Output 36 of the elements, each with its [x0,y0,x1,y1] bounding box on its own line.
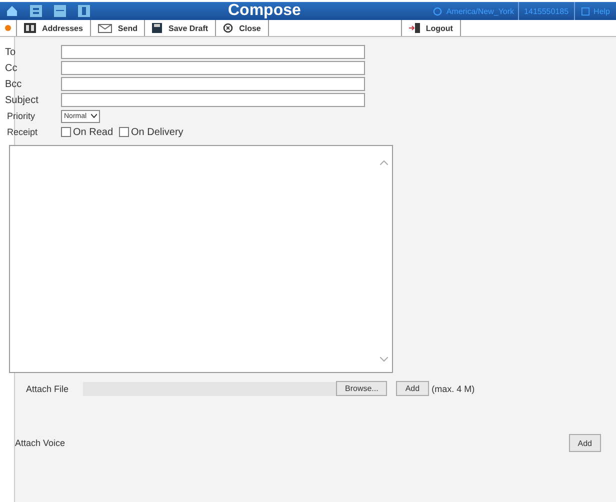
checkbox[interactable] [119,127,130,137]
input-field[interactable] [61,77,365,91]
close-icon [223,23,234,33]
field-label: Priority [7,111,36,121]
input-field[interactable] [61,61,365,75]
field-label: Receipt [7,127,39,137]
checkbox-label: On Delivery [131,126,184,138]
envelope-icon [98,24,112,32]
help-icon[interactable] [580,6,590,16]
bullet-icon [5,25,11,31]
attach-file-label: Attach File [26,384,70,394]
field-label: Subject [5,94,40,106]
file-field[interactable] [83,382,336,396]
input-field[interactable] [61,93,365,107]
panel-icon[interactable] [78,5,90,17]
checkbox[interactable] [61,127,71,137]
input-field[interactable] [61,45,365,59]
grid-icon[interactable] [54,5,66,17]
clock-icon [433,6,442,16]
caret-icon [90,114,97,118]
scroll-up-icon[interactable] [380,160,388,165]
field-label: Cc [5,62,18,74]
field-label: Bcc [5,78,23,90]
scroll-down-icon[interactable] [380,357,388,362]
add-button[interactable]: Add [568,434,601,452]
checkbox-label: On Read [73,126,114,138]
size-note: (max. 4 M) [432,384,475,394]
home-icon[interactable] [6,5,18,17]
attach-voice-label: Attach Voice [15,438,66,448]
browse-button[interactable]: Browse... [336,381,388,396]
add-button[interactable]: Add [396,381,429,396]
exit-icon [408,23,420,33]
field-label: To [5,46,17,58]
list-icon[interactable] [30,5,42,17]
page-title: Compose [228,2,301,20]
book-icon [24,23,36,33]
